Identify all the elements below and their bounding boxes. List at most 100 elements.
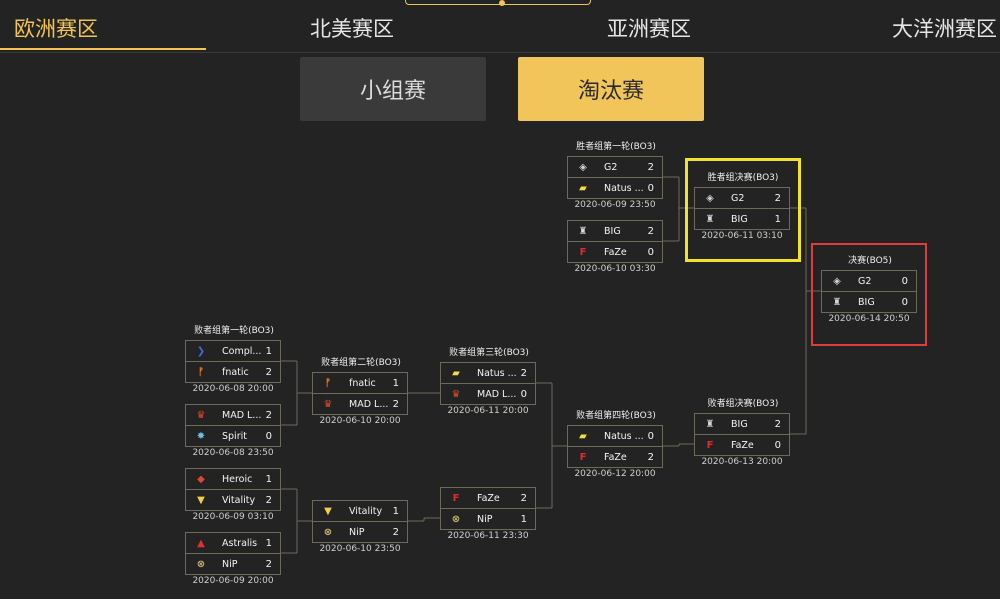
navi-logo: ▰ bbox=[579, 182, 587, 194]
match-round-title: 败者组第二轮(BO3) bbox=[321, 358, 401, 368]
team-name: NiP bbox=[477, 513, 493, 525]
team-row[interactable]: ❯ Compl... 1 bbox=[185, 340, 281, 362]
team-score: 1 bbox=[265, 537, 272, 549]
team-name: FaZe bbox=[604, 246, 627, 258]
match-card[interactable]: 败者组第一轮(BO3) ❯ Compl... 1 ᚠ fnatic 2 2020-06-08 … bbox=[185, 326, 281, 394]
match-time: 2020-06-09 23:50 bbox=[574, 200, 656, 210]
team-name: G2 bbox=[604, 161, 618, 173]
team-row[interactable]: ⊗ NiP 1 bbox=[440, 509, 536, 530]
team-name: Natus ... bbox=[604, 430, 644, 442]
team-row[interactable]: ♛ MAD L... 0 bbox=[440, 384, 536, 405]
team-row[interactable]: F FaZe 2 bbox=[440, 487, 536, 509]
match-card[interactable]: ♜ BIG 2 F FaZe 0 2020-06-10 03:30 bbox=[567, 220, 663, 274]
team-score: 2 bbox=[265, 494, 272, 506]
team-score: 2 bbox=[520, 492, 527, 504]
vitality-logo: ▼ bbox=[324, 505, 332, 517]
match-time: 2020-06-11 20:00 bbox=[447, 406, 529, 416]
team-row[interactable]: ▼ Vitality 1 bbox=[312, 500, 408, 522]
team-row[interactable]: ◈ G2 2 bbox=[567, 156, 663, 178]
team-name: NiP bbox=[349, 526, 365, 538]
team-score: 2 bbox=[392, 526, 399, 538]
team-name: NiP bbox=[222, 558, 238, 570]
team-row[interactable]: ⊗ NiP 2 bbox=[312, 522, 408, 543]
team-row[interactable]: ♛ MAD L... 2 bbox=[312, 394, 408, 415]
team-row[interactable]: ✸ Spirit 0 bbox=[185, 426, 281, 447]
team-score: 2 bbox=[265, 409, 272, 421]
big-logo: ♜ bbox=[578, 225, 588, 237]
match-card[interactable]: F FaZe 2 ⊗ NiP 1 2020-06-11 23:30 bbox=[440, 487, 536, 541]
team-score: 0 bbox=[647, 246, 654, 258]
team-score: 2 bbox=[520, 367, 527, 379]
match-card[interactable]: ♛ MAD L... 2 ✸ Spirit 0 2020-06-08 23:50 bbox=[185, 404, 281, 458]
match-time: 2020-06-08 23:50 bbox=[192, 448, 274, 458]
team-name: Spirit bbox=[222, 430, 247, 442]
astralis-logo: ▲ bbox=[197, 537, 205, 549]
heroic-logo: ◆ bbox=[197, 473, 205, 485]
team-name: MAD L... bbox=[477, 388, 517, 400]
match-round-title: 败者组第四轮(BO3) bbox=[576, 411, 656, 421]
team-row[interactable]: ♛ MAD L... 2 bbox=[185, 404, 281, 426]
team-score: 2 bbox=[647, 225, 654, 237]
match-time: 2020-06-10 20:00 bbox=[319, 416, 401, 426]
nip-logo: ⊗ bbox=[196, 558, 206, 570]
team-name: Heroic bbox=[222, 473, 253, 485]
match-card[interactable]: 败者组第三轮(BO3) ▰ Natus ... 2 ♛ MAD L... 0 2020-06-… bbox=[440, 348, 536, 416]
team-row[interactable]: ▰ Natus ... 0 bbox=[567, 425, 663, 447]
team-row[interactable]: ᚠ fnatic 2 bbox=[185, 362, 281, 383]
team-name: Compl... bbox=[222, 345, 262, 357]
match-card[interactable]: 败者组第四轮(BO3) ▰ Natus ... 0 F FaZe 2 2020-06-12 2… bbox=[567, 411, 663, 479]
match-time: 2020-06-11 23:30 bbox=[447, 531, 529, 541]
team-score: 1 bbox=[265, 473, 272, 485]
team-name: MAD L... bbox=[222, 409, 262, 421]
team-score: 0 bbox=[265, 430, 272, 442]
team-row[interactable]: F FaZe 2 bbox=[567, 447, 663, 468]
match-card[interactable]: ◆ Heroic 1 ▼ Vitality 2 2020-06-09 03:10 bbox=[185, 468, 281, 522]
team-row[interactable]: ▰ Natus ... 0 bbox=[567, 178, 663, 199]
match-time: 2020-06-10 23:50 bbox=[319, 544, 401, 554]
team-row[interactable]: ▲ Astralis 1 bbox=[185, 532, 281, 554]
team-score: 2 bbox=[647, 161, 654, 173]
team-row[interactable]: ▼ Vitality 2 bbox=[185, 490, 281, 511]
team-row[interactable]: F FaZe 0 bbox=[567, 242, 663, 263]
g2-logo: ◈ bbox=[579, 161, 587, 173]
team-score: 2 bbox=[647, 451, 654, 463]
team-row[interactable]: ⊗ NiP 2 bbox=[185, 554, 281, 575]
team-score: 2 bbox=[265, 366, 272, 378]
match-round-title: 败者组第一轮(BO3) bbox=[194, 326, 274, 336]
team-row[interactable]: ▰ Natus ... 2 bbox=[440, 362, 536, 384]
team-row[interactable]: F FaZe 0 bbox=[694, 435, 790, 456]
team-score: 1 bbox=[392, 377, 399, 389]
navi-logo: ▰ bbox=[579, 430, 587, 442]
team-row[interactable]: ♜ BIG 2 bbox=[694, 413, 790, 435]
faze-logo: F bbox=[579, 246, 587, 258]
team-score: 1 bbox=[392, 505, 399, 517]
team-row[interactable]: ᚠ fnatic 1 bbox=[312, 372, 408, 394]
team-score: 2 bbox=[774, 418, 781, 430]
team-name: FaZe bbox=[477, 492, 500, 504]
team-score: 1 bbox=[265, 345, 272, 357]
team-name: Vitality bbox=[222, 494, 256, 506]
team-name: MAD L... bbox=[349, 398, 389, 410]
match-round-title: 胜者组第一轮(BO3) bbox=[576, 142, 656, 152]
grand-final-highlight bbox=[811, 243, 927, 346]
match-card[interactable]: ▲ Astralis 1 ⊗ NiP 2 2020-06-09 20:00 bbox=[185, 532, 281, 586]
nip-logo: ⊗ bbox=[451, 513, 461, 525]
complexity-logo: ❯ bbox=[196, 345, 206, 357]
mad-lions-logo: ♛ bbox=[323, 398, 333, 410]
team-name: Astralis bbox=[222, 537, 258, 549]
match-card[interactable]: 败者组决赛(BO3) ♜ BIG 2 F FaZe 0 2020-06-13 20:00 bbox=[694, 399, 790, 467]
match-time: 2020-06-09 20:00 bbox=[192, 576, 274, 586]
team-score: 2 bbox=[392, 398, 399, 410]
fnatic-logo: ᚠ bbox=[198, 366, 204, 378]
match-card[interactable]: 败者组第二轮(BO3) ᚠ fnatic 1 ♛ MAD L... 2 2020-06-10 … bbox=[312, 358, 408, 426]
team-row[interactable]: ♜ BIG 2 bbox=[567, 220, 663, 242]
faze-logo: F bbox=[452, 492, 460, 504]
match-card[interactable]: 胜者组第一轮(BO3) ◈ G2 2 ▰ Natus ... 0 2020-06-09 23:… bbox=[567, 142, 663, 210]
team-name: Natus ... bbox=[604, 182, 644, 194]
vitality-logo: ▼ bbox=[197, 494, 205, 506]
team-row[interactable]: ◆ Heroic 1 bbox=[185, 468, 281, 490]
tournament-screen: 欧洲赛区 北美赛区 亚洲赛区 大洋洲赛区 小组赛 淘汰赛 败者组第一轮(BO3)… bbox=[0, 0, 1000, 599]
match-round-title: 败者组第三轮(BO3) bbox=[449, 348, 529, 358]
match-card[interactable]: ▼ Vitality 1 ⊗ NiP 2 2020-06-10 23:50 bbox=[312, 500, 408, 554]
faze-logo: F bbox=[706, 439, 714, 451]
